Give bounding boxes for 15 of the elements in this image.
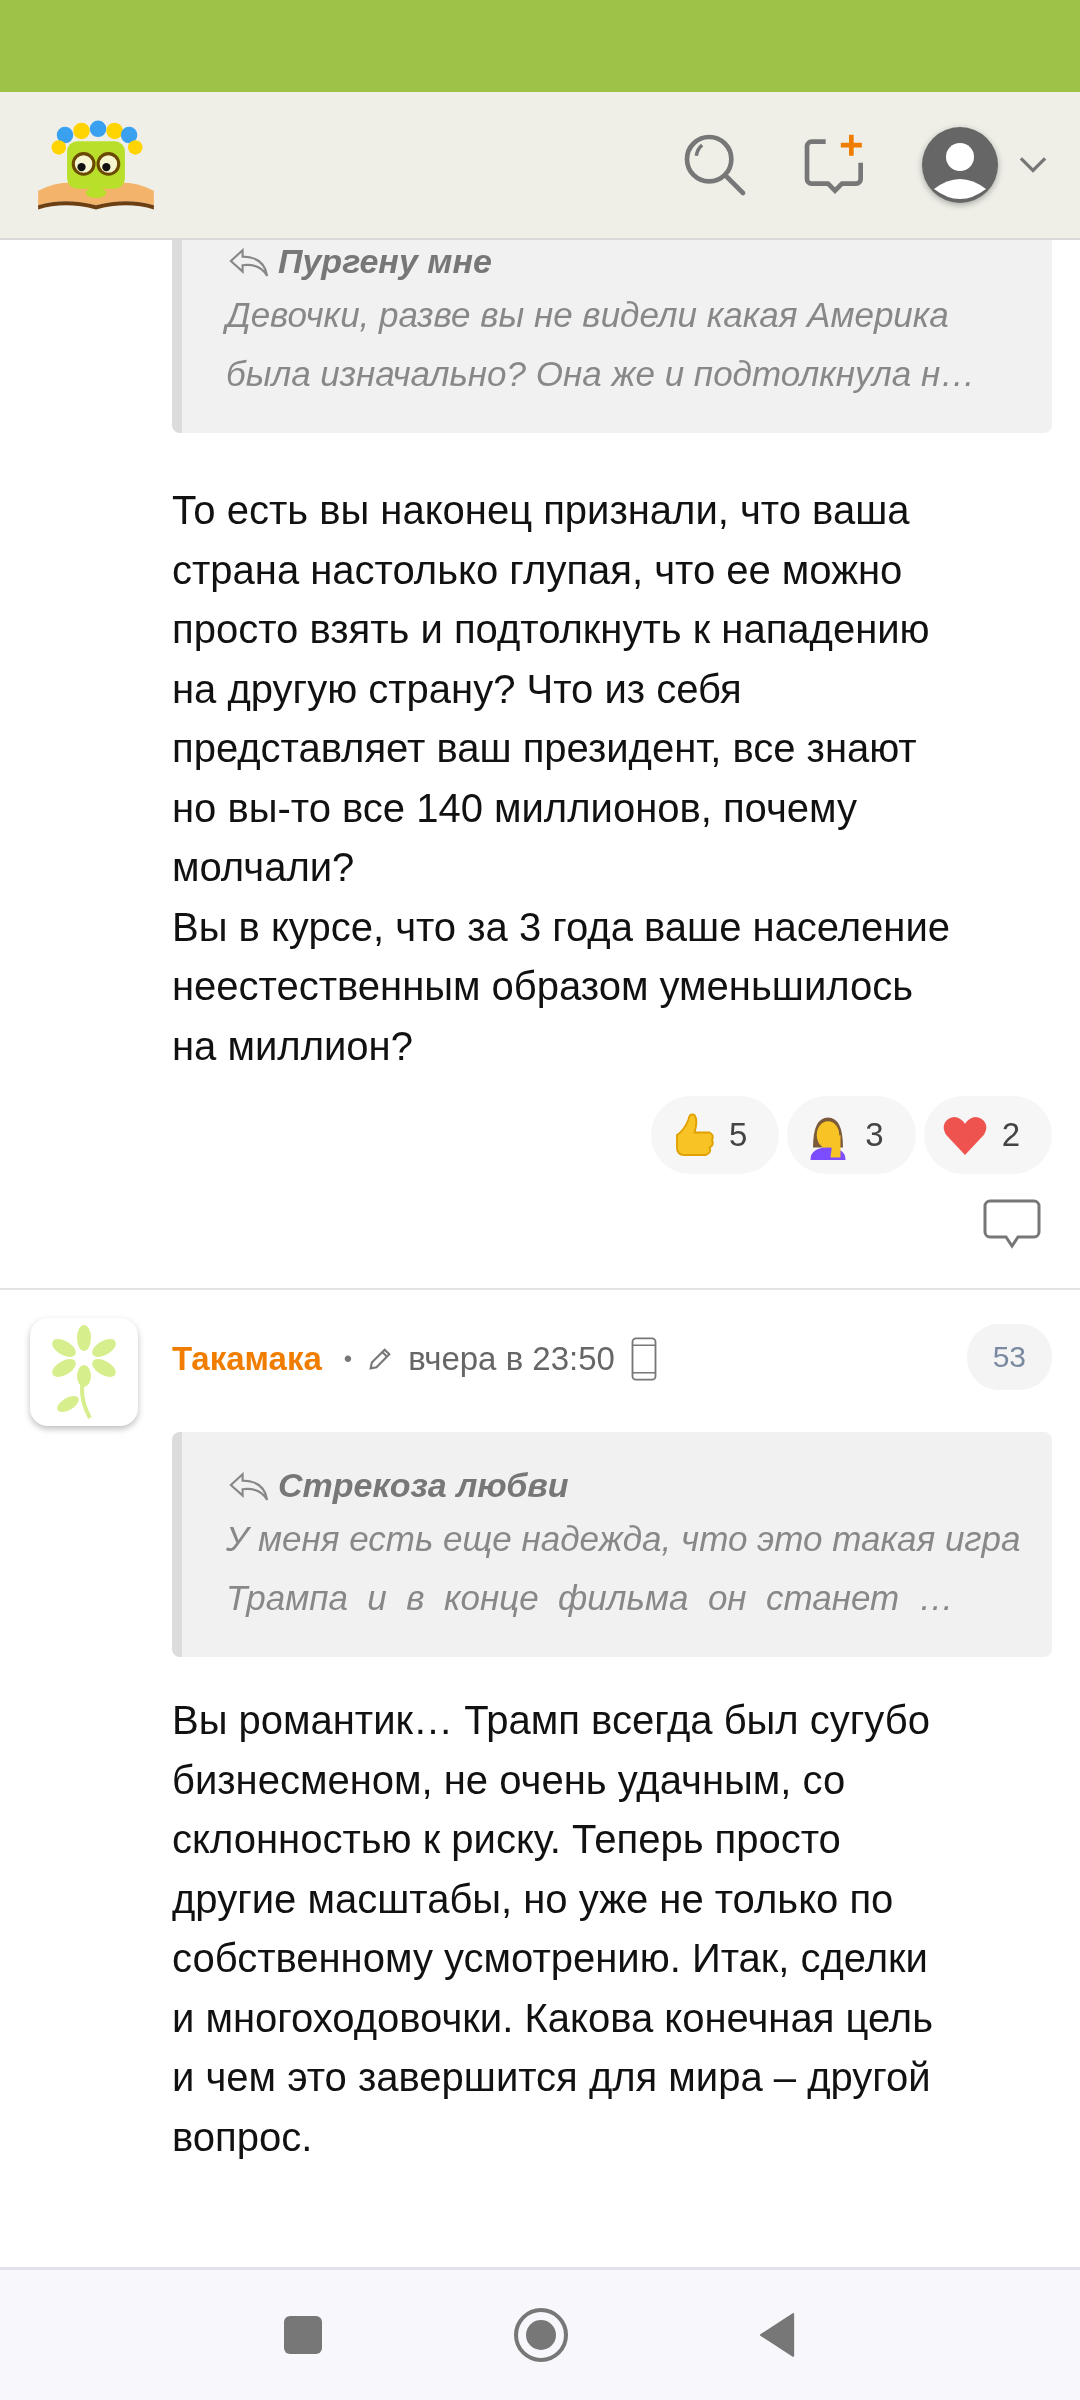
back-icon[interactable]	[759, 2312, 797, 2358]
separator-dot: •	[343, 1345, 353, 1373]
profile-icon[interactable]	[920, 125, 1000, 205]
home-icon[interactable]	[513, 2307, 569, 2363]
reaction-button[interactable]: 2	[923, 1096, 1052, 1174]
comment-text: То есть вы наконец признали, что ваша страна настолько глупая, что ее можно просто взять и подтолкнуть к нападению на другую страну? Что из себя представляет ваш президент, все знают но вы-то все 140 миллионов, почему молчали? Вы в курсе, что за 3 года ваше население неестественным образом уменьшилось на миллион?	[172, 487, 952, 1070]
comment-number-badge: 53	[966, 1324, 1052, 1390]
comment-time: вчера в 23:50	[408, 1340, 615, 1378]
recents-icon[interactable]	[283, 2315, 323, 2355]
quote-author[interactable]: Стрекоза любви	[278, 1466, 569, 1505]
reaction-button[interactable]: 3	[787, 1096, 916, 1174]
quote-text: У меня есть еще надежда, что это такая игра Трампа и в конце фильма он станет …	[226, 1518, 1022, 1619]
quote-author[interactable]: Пургену мне	[278, 242, 492, 281]
reaction-button[interactable]: 5	[650, 1096, 780, 1174]
comment-text: Вы романтик… Трамп всегда был сугубо бизнесменом, не очень удачным, со склонностью к риску. Теперь просто другие масштабы, но уже не только по собственному усмотрению. Итак, сделки и многоходовочки. Какова конечная цель и чем это завершится для мира – другой вопрос.	[172, 1697, 934, 2161]
